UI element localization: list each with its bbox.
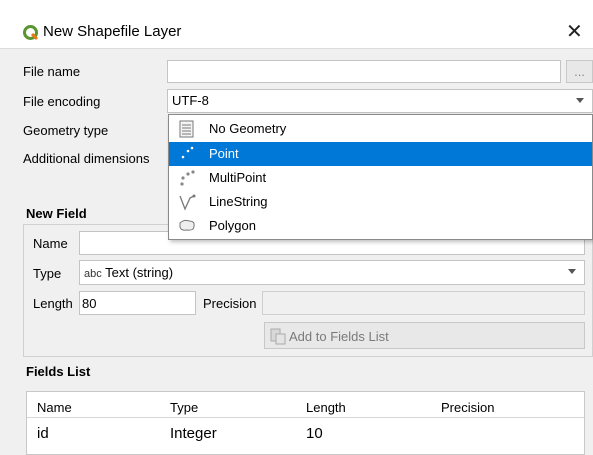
field-type-combo[interactable]: abc Text (string) [79, 260, 585, 285]
add-to-fields-list-button[interactable]: Add to Fields List [264, 322, 585, 349]
additional-dimensions-label: Additional dimensions [23, 151, 150, 166]
title-divider [0, 48, 593, 49]
linestring-icon [179, 194, 196, 211]
option-no-geometry[interactable]: No Geometry [169, 117, 592, 141]
header-divider [27, 417, 584, 418]
cell-length: 10 [306, 425, 323, 442]
file-name-input[interactable] [167, 60, 561, 83]
file-name-label: File name [23, 64, 81, 79]
field-precision-label: Precision [203, 296, 257, 311]
cell-name: id [37, 425, 49, 442]
browse-button[interactable]: ... [566, 60, 593, 83]
column-header-type[interactable]: Type [170, 400, 198, 415]
geometry-type-dropdown[interactable]: No Geometry Point MultiPoint LineString … [168, 114, 593, 240]
option-label: MultiPoint [209, 170, 267, 185]
file-encoding-combo[interactable]: UTF-8 [167, 89, 593, 113]
field-type-label: Type [33, 266, 62, 281]
chevron-down-icon [576, 98, 584, 103]
field-precision-input[interactable] [262, 291, 585, 315]
column-header-name[interactable]: Name [37, 400, 72, 415]
option-polygon[interactable]: Polygon [169, 214, 592, 238]
cell-type: Integer [170, 425, 217, 442]
option-label: No Geometry [209, 121, 287, 136]
file-encoding-value: UTF-8 [172, 93, 209, 108]
qgis-logo-icon [23, 25, 39, 41]
column-header-precision[interactable]: Precision [441, 400, 494, 415]
chevron-down-icon [568, 269, 576, 274]
column-header-length[interactable]: Length [306, 400, 346, 415]
multipoint-icon [180, 170, 195, 186]
geometry-type-label: Geometry type [23, 123, 109, 138]
field-length-input[interactable] [79, 291, 196, 315]
option-label: Point [209, 146, 239, 161]
option-point[interactable]: Point [169, 142, 592, 166]
option-label: Polygon [209, 218, 256, 233]
fields-table[interactable]: Name Type Length Precision id Integer 10 [26, 391, 585, 455]
polygon-icon [179, 219, 195, 231]
field-length-label: Length [33, 296, 73, 311]
add-field-icon [270, 328, 286, 345]
close-button[interactable]: ✕ [566, 19, 583, 44]
new-field-title: New Field [26, 206, 87, 221]
point-icon [181, 146, 194, 159]
file-encoding-label: File encoding [23, 94, 101, 109]
option-multipoint[interactable]: MultiPoint [169, 166, 592, 190]
fields-list-title: Fields List [26, 364, 91, 379]
add-to-fields-list-label: Add to Fields List [289, 329, 389, 344]
field-name-label: Name [33, 236, 68, 251]
title-bar: New Shapefile Layer ✕ [0, 0, 593, 48]
no-geometry-icon [179, 120, 194, 138]
option-label: LineString [209, 194, 268, 209]
text-type-icon: abc [84, 268, 102, 280]
field-type-value: Text (string) [105, 265, 174, 280]
option-linestring[interactable]: LineString [169, 190, 592, 214]
window-title: New Shapefile Layer [43, 23, 182, 40]
